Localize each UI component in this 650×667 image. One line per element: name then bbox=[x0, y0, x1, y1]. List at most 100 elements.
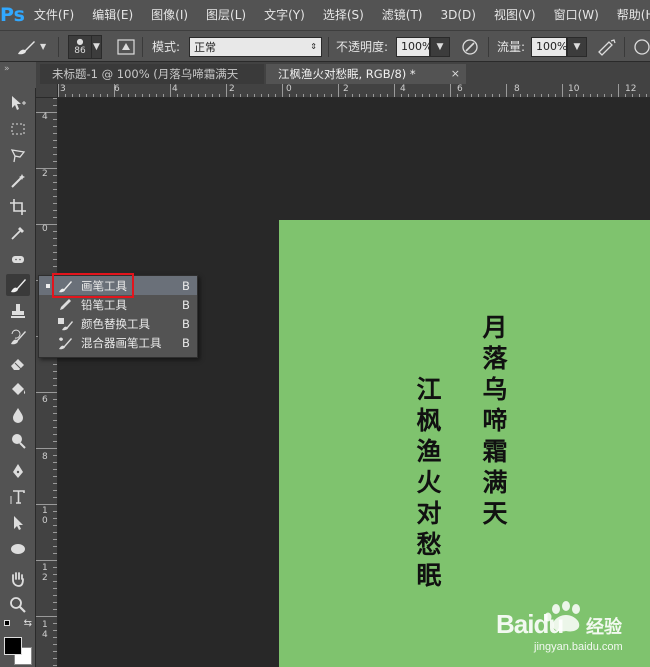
ruler-label: 2 bbox=[42, 169, 48, 179]
pressure-opacity-icon bbox=[462, 38, 478, 55]
tool-stamp[interactable] bbox=[6, 300, 30, 322]
options-bar: ▼ ● 86 ▼ 模式: 正常 ⇕ 不透明度: 100% ▼ 流量: 100% … bbox=[0, 30, 650, 62]
ruler-label: 0 bbox=[42, 224, 48, 234]
ruler-label: 6 bbox=[114, 84, 120, 94]
mode-select[interactable]: 正常 ⇕ bbox=[189, 31, 322, 62]
close-icon[interactable]: × bbox=[451, 64, 460, 84]
chevron-down-icon: ▼ bbox=[92, 34, 102, 59]
brush-tip-icon: ● bbox=[76, 36, 84, 46]
ruler-label: 1 4 bbox=[42, 620, 48, 640]
tool-bucket[interactable] bbox=[6, 378, 30, 400]
annotation-highlight-box bbox=[52, 273, 134, 298]
tool-blur[interactable] bbox=[6, 404, 30, 426]
tool-hand[interactable] bbox=[6, 568, 30, 590]
ruler-label: 8 bbox=[42, 452, 48, 462]
menu-file[interactable]: 文件(F) bbox=[25, 0, 83, 30]
tool-crop[interactable] bbox=[6, 196, 30, 218]
tool-eraser[interactable] bbox=[6, 352, 30, 374]
shape-icon bbox=[11, 544, 25, 554]
flyout-shortcut: B bbox=[182, 316, 190, 331]
ruler-label: 4 bbox=[42, 112, 48, 122]
menu-help[interactable]: 帮助(H) bbox=[608, 0, 650, 30]
updown-chevron-icon: ⇕ bbox=[310, 42, 317, 51]
tab-document-2[interactable]: 江枫渔火对愁眠, RGB/8) * × bbox=[266, 64, 466, 84]
menu-filter[interactable]: 滤镜(T) bbox=[373, 0, 432, 30]
pencil-icon bbox=[60, 298, 71, 310]
ruler-label: 3 bbox=[60, 84, 66, 94]
tool-pen[interactable] bbox=[6, 460, 30, 482]
ruler-label: 2 bbox=[229, 84, 235, 94]
ruler-label: 1 2 bbox=[42, 563, 48, 583]
canvas-workspace[interactable]: 月落乌啼霜满天 江枫渔火对愁眠 bbox=[58, 98, 650, 667]
lasso-icon bbox=[10, 149, 26, 163]
baidu-watermark: Baidu 经验 jingyan.baidu.com bbox=[490, 595, 650, 667]
tool-brush[interactable] bbox=[6, 274, 30, 296]
tab-document-1[interactable]: 未标题-1 @ 100% (月落乌啼霜满天 bbox=[40, 64, 264, 84]
type-icon bbox=[10, 490, 25, 504]
path-select-icon bbox=[14, 516, 23, 530]
bucket-icon bbox=[12, 383, 26, 395]
tab-label: 江枫渔火对愁眠, RGB/8) * bbox=[278, 67, 416, 81]
brush-panel-toggle[interactable] bbox=[116, 31, 136, 62]
ruler-label: 6 bbox=[457, 84, 463, 94]
tool-preset-picker[interactable]: ▼ bbox=[14, 31, 46, 62]
foreground-color-swatch[interactable] bbox=[4, 637, 22, 655]
pen-icon bbox=[13, 464, 23, 478]
airbrush-toggle[interactable] bbox=[596, 31, 618, 62]
tool-healing[interactable] bbox=[6, 248, 30, 270]
flyout-label: 颜色替换工具 bbox=[81, 316, 150, 331]
brush-size-picker[interactable]: ● 86 ▼ bbox=[68, 31, 102, 62]
ruler-label: 4 bbox=[400, 84, 406, 94]
brush-panel-icon bbox=[117, 38, 135, 55]
menu-type[interactable]: 文字(Y) bbox=[255, 0, 314, 30]
menu-3d[interactable]: 3D(D) bbox=[432, 0, 485, 30]
default-colors-toggle[interactable]: ⇆ bbox=[2, 618, 34, 638]
mode-value: 正常 bbox=[194, 40, 216, 54]
pressure-size-icon bbox=[634, 38, 650, 55]
zoom-icon bbox=[10, 597, 26, 613]
tool-eyedropper[interactable] bbox=[6, 222, 30, 244]
opacity-value: 100% bbox=[401, 40, 433, 53]
document-tabs: 未标题-1 @ 100% (月落乌啼霜满天 江枫渔火对愁眠, RGB/8) * … bbox=[36, 62, 650, 84]
hand-icon bbox=[12, 572, 24, 587]
menu-image[interactable]: 图像(I) bbox=[142, 0, 197, 30]
healing-icon bbox=[12, 256, 24, 263]
flyout-item-color-replace[interactable]: 颜色替换工具 B bbox=[39, 314, 197, 333]
blur-icon bbox=[13, 408, 23, 423]
flow-field[interactable]: 100% ▼ bbox=[531, 31, 587, 62]
tool-type[interactable] bbox=[6, 486, 30, 508]
menu-edit[interactable]: 编辑(E) bbox=[83, 0, 142, 30]
selected-bullet-icon bbox=[46, 283, 50, 288]
tool-lasso[interactable] bbox=[6, 144, 30, 166]
tool-dodge[interactable] bbox=[6, 430, 30, 452]
pressure-opacity-toggle[interactable] bbox=[460, 31, 480, 62]
poem-line-1: 月落乌啼霜满天 bbox=[479, 314, 508, 531]
tool-zoom[interactable] bbox=[6, 594, 30, 616]
tool-move[interactable] bbox=[6, 92, 30, 114]
tool-magic-wand[interactable] bbox=[6, 170, 30, 192]
tool-path-select[interactable] bbox=[6, 512, 30, 534]
menu-select[interactable]: 选择(S) bbox=[314, 0, 373, 30]
tool-history-brush[interactable] bbox=[6, 326, 30, 348]
ruler-label: 1 0 bbox=[42, 506, 48, 526]
menu-view[interactable]: 视图(V) bbox=[485, 0, 545, 30]
brush-icon bbox=[18, 40, 35, 54]
ruler-label: 2 bbox=[343, 84, 349, 94]
opacity-field[interactable]: 100% ▼ bbox=[396, 31, 450, 62]
tool-shape[interactable] bbox=[6, 538, 30, 560]
watermark-brand: Baidu bbox=[496, 609, 564, 639]
menu-layer[interactable]: 图层(L) bbox=[197, 0, 255, 30]
chevron-down-icon: ▼ bbox=[40, 42, 47, 51]
flyout-label: 铅笔工具 bbox=[81, 297, 127, 312]
flyout-item-mixer-brush[interactable]: 混合器画笔工具 B bbox=[39, 333, 197, 352]
tool-marquee[interactable] bbox=[6, 118, 30, 140]
tool-panel-header[interactable]: » bbox=[0, 62, 36, 88]
dodge-icon bbox=[12, 434, 26, 449]
pressure-size-toggle[interactable] bbox=[632, 31, 650, 62]
flyout-shortcut: B bbox=[182, 335, 190, 350]
mixer-brush-icon bbox=[59, 337, 72, 349]
brush-size-value: 86 bbox=[74, 45, 86, 56]
menu-window[interactable]: 窗口(W) bbox=[545, 0, 608, 30]
ruler-label: 12 bbox=[625, 84, 637, 94]
reset-colors-icon bbox=[4, 620, 10, 626]
